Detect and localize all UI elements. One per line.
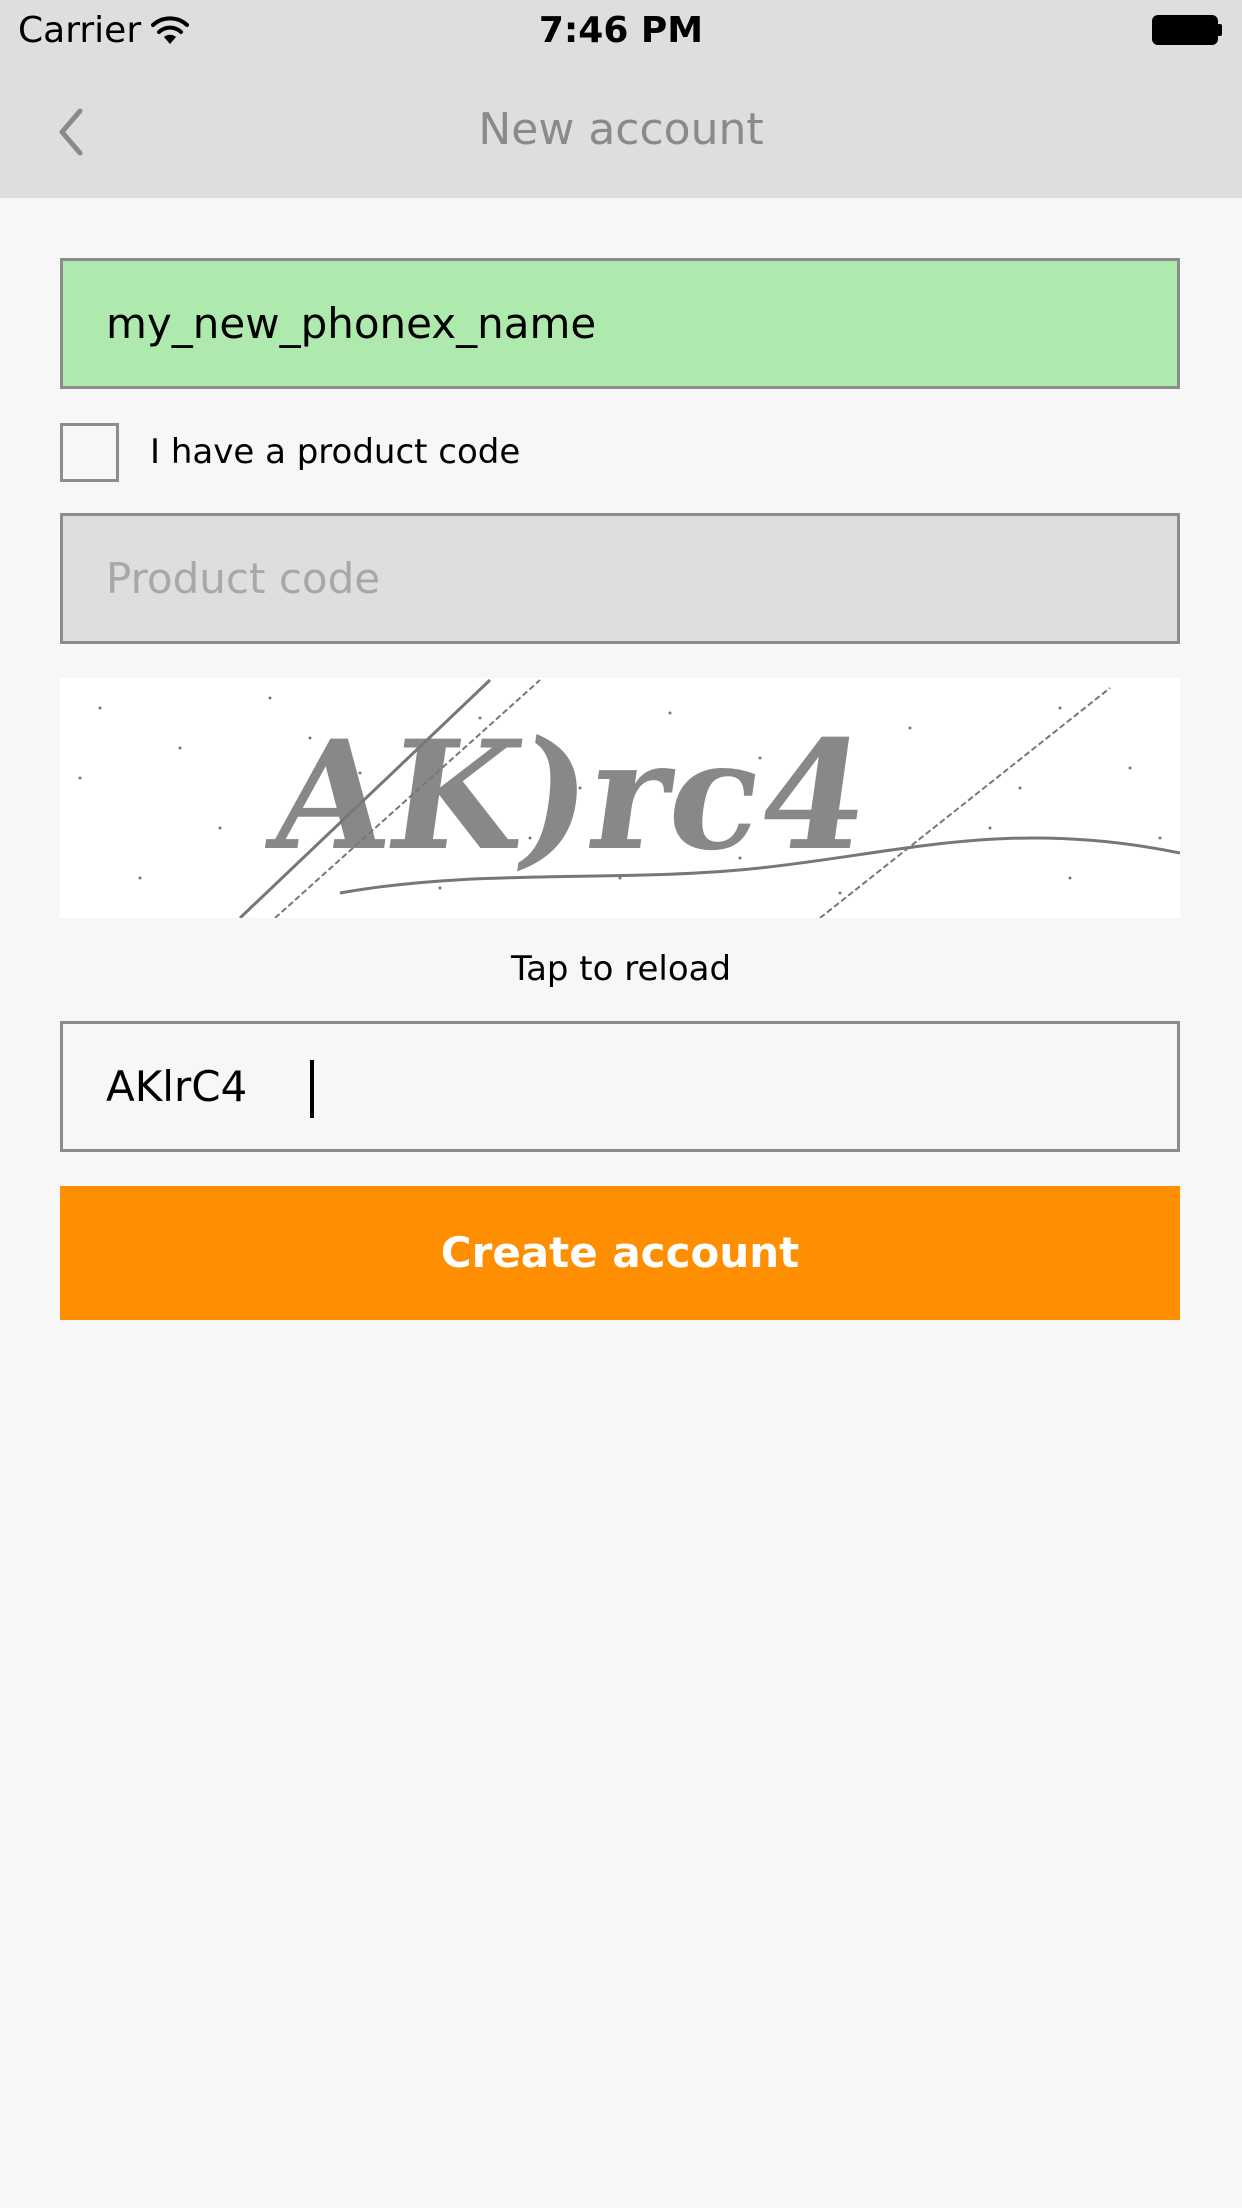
product-code-input[interactable] xyxy=(63,516,1177,641)
username-input[interactable] xyxy=(63,261,1177,386)
reload-captcha-link[interactable]: Tap to reload xyxy=(0,946,1242,992)
product-code-field[interactable] xyxy=(60,513,1180,644)
captcha-input[interactable] xyxy=(63,1024,1177,1149)
product-code-checkbox[interactable] xyxy=(60,423,119,482)
create-account-button[interactable]: Create account xyxy=(60,1186,1180,1320)
product-code-checkbox-row[interactable]: I have a product code xyxy=(60,423,760,485)
battery-full-icon xyxy=(1152,15,1222,45)
navigation-bar: New account xyxy=(0,62,1242,198)
captcha-image[interactable]: AK)rc4 xyxy=(60,678,1180,918)
text-caret xyxy=(310,1060,314,1118)
status-time: 7:46 PM xyxy=(538,10,704,51)
username-field[interactable] xyxy=(60,258,1180,389)
product-code-checkbox-label: I have a product code xyxy=(150,432,521,472)
status-bar: Carrier 7:46 PM xyxy=(0,0,1242,62)
page-title: New account xyxy=(478,104,764,155)
captcha-graphic: AK)rc4 xyxy=(78,678,1180,918)
captcha-field[interactable] xyxy=(60,1021,1180,1152)
captcha-glyphs: AK)rc4 xyxy=(259,707,878,884)
